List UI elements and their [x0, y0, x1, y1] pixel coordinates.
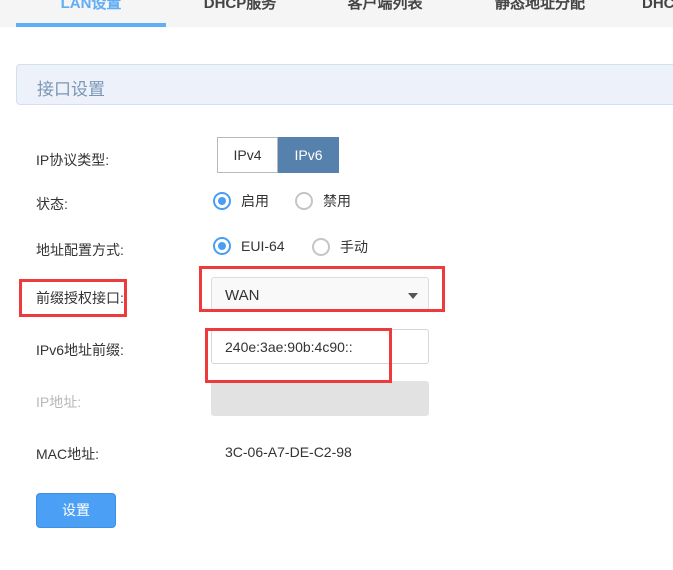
- prefix-interface-select[interactable]: WAN: [211, 277, 429, 312]
- tab-client-list[interactable]: 客户端列表: [330, 0, 440, 27]
- tab-static-address[interactable]: 静态地址分配: [475, 0, 605, 27]
- tab-lan-settings[interactable]: LAN设置: [16, 0, 166, 27]
- chevron-down-icon: [408, 293, 418, 299]
- prefix-interface-label: 前缀授权接口:: [36, 290, 124, 306]
- status-disable-radio[interactable]: 禁用: [295, 191, 351, 211]
- tab-bar: LAN设置 DHCP服务 客户端列表 静态地址分配 DHCP: [0, 0, 673, 27]
- radio-unchecked-icon: [295, 192, 313, 210]
- ipv6-option-button[interactable]: IPv6: [278, 137, 339, 173]
- radio-checked-icon: [213, 237, 231, 255]
- status-disable-label: 禁用: [323, 193, 351, 209]
- mac-address-label: MAC地址:: [36, 446, 99, 462]
- radio-checked-icon: [213, 192, 231, 210]
- addr-config-manual-radio[interactable]: 手动: [312, 237, 368, 257]
- mac-address-value: 3C-06-A7-DE-C2-98: [225, 444, 352, 460]
- tab-dhcp-service[interactable]: DHCP服务: [185, 0, 295, 27]
- ipv6-prefix-input[interactable]: [211, 329, 429, 364]
- ipv6-prefix-label: IPv6地址前缀:: [36, 342, 124, 358]
- tab-dhcp-more[interactable]: DHCP: [630, 0, 673, 27]
- addr-config-eui64-radio[interactable]: EUI-64: [213, 237, 285, 255]
- addr-config-eui64-label: EUI-64: [241, 238, 285, 254]
- ip-address-label: IP地址:: [36, 394, 82, 410]
- ip-address-input: [211, 381, 429, 416]
- radio-unchecked-icon: [312, 238, 330, 256]
- addr-config-label: 地址配置方式:: [36, 242, 124, 258]
- status-enable-radio[interactable]: 启用: [213, 191, 269, 211]
- prefix-interface-value: WAN: [225, 287, 260, 304]
- ip-protocol-label: IP协议类型:: [36, 152, 110, 168]
- panel-header: 接口设置: [16, 64, 673, 105]
- status-label: 状态:: [36, 196, 68, 212]
- panel-title: 接口设置: [37, 80, 105, 99]
- addr-config-manual-label: 手动: [340, 239, 368, 255]
- ip-protocol-segmented-control: IPv4 IPv6: [217, 137, 339, 173]
- ipv4-option-button[interactable]: IPv4: [217, 137, 278, 173]
- status-enable-label: 启用: [241, 193, 269, 209]
- save-button[interactable]: 设置: [36, 493, 116, 528]
